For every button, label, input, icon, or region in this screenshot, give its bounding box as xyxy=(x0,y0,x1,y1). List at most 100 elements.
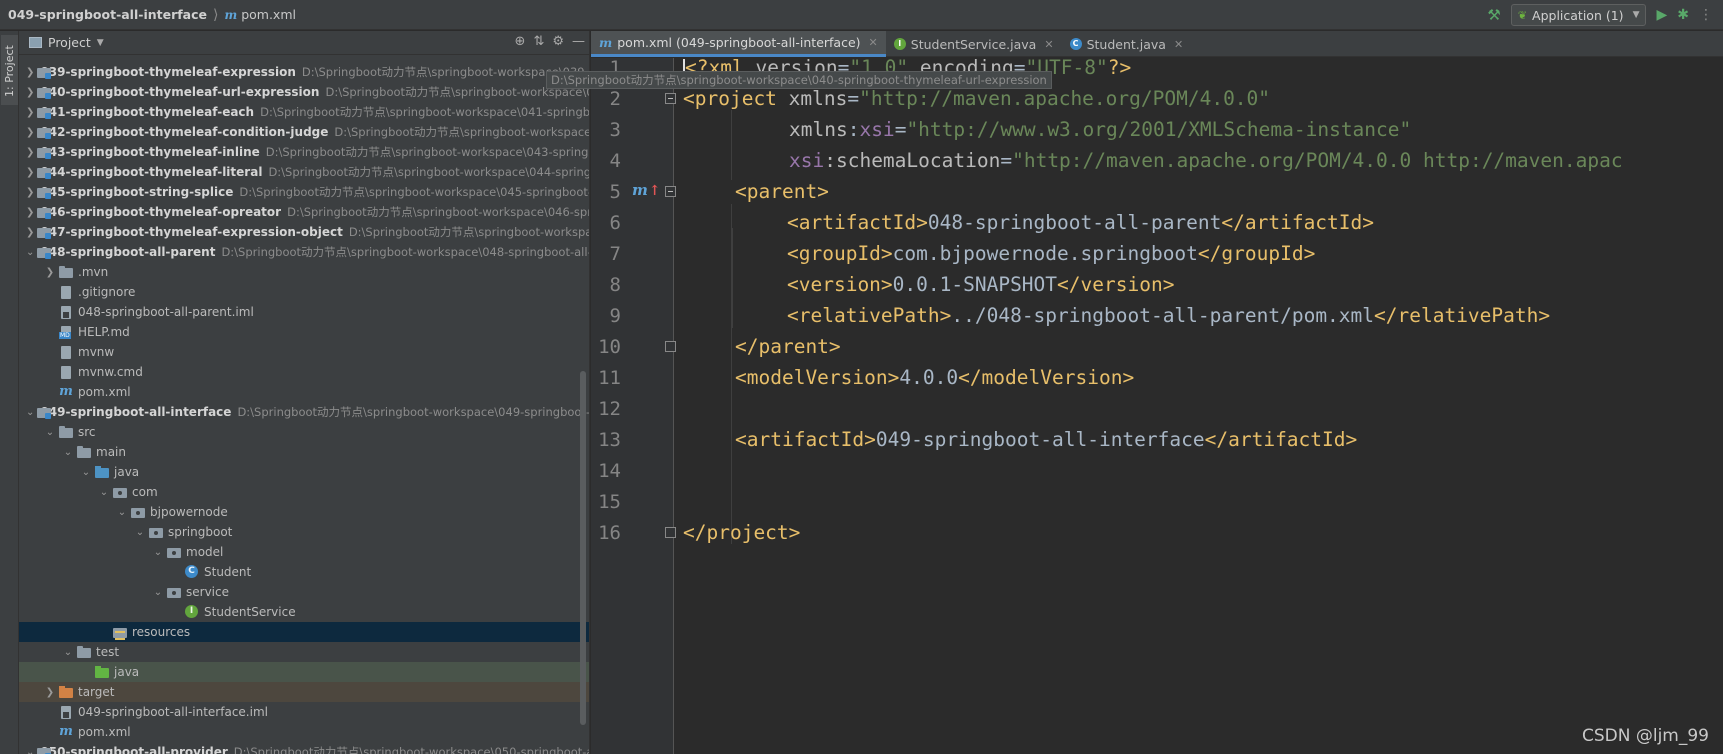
fold-end-marker[interactable] xyxy=(665,527,676,538)
more-icon[interactable]: ⋮ xyxy=(1699,7,1713,23)
tree-item-module[interactable]: ⌄ 050-springboot-all-provider D:\Springboo… xyxy=(19,742,589,754)
tree-item-file[interactable]: m pom.xml xyxy=(19,382,589,402)
tree-item-module[interactable]: ❯ 046-springboot-thymeleaf-opreator D:\Spr… xyxy=(19,202,589,222)
tree-item-module[interactable]: ❯ 044-springboot-thymeleaf-literal D:\Spri… xyxy=(19,162,589,182)
xml-attr-value: "http://maven.apache.org/POM/4.0.0 http:… xyxy=(1012,149,1623,172)
chevron-right-icon[interactable]: ❯ xyxy=(26,87,34,98)
fold-end-marker[interactable] xyxy=(665,341,676,352)
close-icon[interactable]: ✕ xyxy=(1174,38,1183,51)
chevron-right-icon[interactable]: ❯ xyxy=(44,267,56,278)
chevron-right-icon[interactable]: ❯ xyxy=(44,687,56,698)
fold-marker[interactable] xyxy=(665,93,676,104)
chevron-down-icon[interactable]: ⌄ xyxy=(26,247,34,258)
locate-crosshair-icon[interactable]: ⊕ xyxy=(515,34,526,49)
tree-item-package[interactable]: ⌄ model xyxy=(19,542,589,562)
breadcrumb-project[interactable]: 049-springboot-all-interface xyxy=(0,7,207,22)
chevron-right-icon[interactable]: ❯ xyxy=(26,167,34,178)
collapse-all-icon[interactable]: ⇅ xyxy=(533,34,544,49)
run-play-icon[interactable]: ▶ xyxy=(1656,7,1667,23)
arrow-up-icon: ↑ xyxy=(648,183,661,199)
chevron-right-icon[interactable]: ❯ xyxy=(26,147,34,158)
tree-item-folder[interactable]: ⌄ test xyxy=(19,642,589,662)
debug-bug-icon[interactable]: ✱ xyxy=(1677,7,1689,23)
tree-item-label: mvnw xyxy=(78,345,115,359)
chevron-right-icon[interactable]: ❯ xyxy=(26,107,34,118)
project-view-title[interactable]: Project xyxy=(48,35,91,50)
tree-item-package[interactable]: ⌄ service xyxy=(19,582,589,602)
tree-item-package[interactable]: ⌄ springboot xyxy=(19,522,589,542)
tree-item-class[interactable]: Student xyxy=(19,562,589,582)
tree-item-module[interactable]: ❯ 042-springboot-thymeleaf-condition-judg… xyxy=(19,122,589,142)
line-number: 8 xyxy=(609,274,621,296)
xml-text: 0.0.1-SNAPSHOT xyxy=(892,273,1058,296)
chevron-down-icon[interactable]: ▼ xyxy=(97,38,104,48)
code-line-7: <groupId>com.bjpowernode.springboot</gro… xyxy=(787,237,1315,271)
chevron-down-icon[interactable]: ⌄ xyxy=(62,447,74,458)
tab-student-service[interactable]: I StudentService.java ✕ xyxy=(886,31,1062,57)
chevron-down-icon[interactable]: ⌄ xyxy=(134,527,146,538)
tree-item-file[interactable]: 049-springboot-all-interface.iml xyxy=(19,702,589,722)
chevron-down-icon[interactable]: ⌄ xyxy=(98,487,110,498)
close-icon[interactable]: ✕ xyxy=(869,36,878,49)
tree-item-path: D:\Springboot动力节点\springboot-workspace\0… xyxy=(268,165,589,179)
tree-item-module[interactable]: ❯ 045-springboot-string-splice D:\Springbo… xyxy=(19,182,589,202)
chevron-down-icon[interactable]: ⌄ xyxy=(152,587,164,598)
tab-pom-xml[interactable]: m pom.xml (049-springboot-all-interface)… xyxy=(591,31,886,57)
project-panel-header: Project ▼ ⊕ ⇅ ⚙ — xyxy=(19,31,589,55)
tree-item-file[interactable]: mvnw xyxy=(19,342,589,362)
chevron-right-icon[interactable]: ❯ xyxy=(26,67,34,78)
gear-icon[interactable]: ⚙ xyxy=(552,34,564,49)
tree-item-label: 049-springboot-all-interface xyxy=(40,405,232,419)
project-scrollbar[interactable] xyxy=(580,371,586,725)
xml-attr-name: xmlns xyxy=(789,118,848,141)
tree-item-test-sources[interactable]: java xyxy=(19,662,589,682)
chevron-down-icon: ▼ xyxy=(1632,10,1640,20)
tree-item-path: D:\Springboot动力节点\springboot-workspace\0… xyxy=(237,405,590,419)
tree-item-module[interactable]: ❯ 041-springboot-thymeleaf-each D:\Springb… xyxy=(19,102,589,122)
chevron-right-icon[interactable]: ❯ xyxy=(26,207,34,218)
tree-item-folder[interactable]: ⌄ main xyxy=(19,442,589,462)
chevron-down-icon[interactable]: ⌄ xyxy=(80,467,92,478)
tree-item-target[interactable]: ❯ target xyxy=(19,682,589,702)
code-editor[interactable]: 1 2 3 4 5 6 7 8 9 10 11 12 13 14 15 16 m… xyxy=(591,58,1723,754)
project-tool-tab[interactable]: 1: Project xyxy=(1,35,18,105)
tree-item-resources[interactable]: resources xyxy=(19,622,589,642)
tree-item-file[interactable]: mvnw.cmd xyxy=(19,362,589,382)
line-number: 14 xyxy=(598,460,621,482)
chevron-down-icon[interactable]: ⌄ xyxy=(62,647,74,658)
chevron-right-icon[interactable]: ❯ xyxy=(26,127,34,138)
tree-item-module[interactable]: ❯ 039-springboot-thymeleaf-expression D:\S… xyxy=(19,62,589,82)
tree-item-package[interactable]: ⌄ bjpowernode xyxy=(19,502,589,522)
tree-item-label: service xyxy=(186,585,229,599)
chevron-down-icon[interactable]: ⌄ xyxy=(152,547,164,558)
chevron-right-icon[interactable]: ❯ xyxy=(26,227,34,238)
close-icon[interactable]: ✕ xyxy=(1044,38,1053,51)
tree-item-interface[interactable]: StudentService xyxy=(19,602,589,622)
tree-item-module[interactable]: ⌄ 049-springboot-all-interface D:\Springbo… xyxy=(19,402,590,422)
tree-item-module[interactable]: ❯ 043-springboot-thymeleaf-inline D:\Sprin… xyxy=(19,142,589,162)
tree-item-package[interactable]: ⌄ com xyxy=(19,482,589,502)
tree-item-file[interactable]: HELP.md xyxy=(19,322,589,342)
fold-marker[interactable] xyxy=(665,186,676,197)
chevron-down-icon[interactable]: ⌄ xyxy=(44,427,56,438)
run-configuration-dropdown[interactable]: ❦ Application (1) ▼ xyxy=(1510,4,1647,26)
build-hammer-icon[interactable]: ⚒ xyxy=(1487,6,1500,24)
tree-item-file[interactable]: m pom.xml xyxy=(19,722,589,742)
tree-item-folder[interactable]: ⌄ src xyxy=(19,422,589,442)
tree-item-path: D:\Springboot动力节点\springboot-workspace\0… xyxy=(233,745,589,754)
chevron-down-icon[interactable]: ⌄ xyxy=(26,747,34,754)
tree-item-file[interactable]: 048-springboot-all-parent.iml xyxy=(19,302,589,322)
chevron-down-icon[interactable]: ⌄ xyxy=(26,407,34,418)
tree-item-module[interactable]: ⌄ 048-springboot-all-parent D:\Springboot动… xyxy=(19,242,589,262)
tree-item-folder[interactable]: ⌄ java xyxy=(19,462,589,482)
tree-item-module[interactable]: ❯ 047-springboot-thymeleaf-expression-obj… xyxy=(19,222,589,242)
chevron-right-icon[interactable]: ❯ xyxy=(26,187,34,198)
tab-student[interactable]: C Student.java ✕ xyxy=(1062,31,1192,57)
hide-minus-icon[interactable]: — xyxy=(572,34,585,49)
breadcrumb-file[interactable]: pom.xml xyxy=(241,7,296,22)
tree-item-folder[interactable]: ❯ .mvn xyxy=(19,262,589,282)
tree-item-file[interactable]: .gitignore xyxy=(19,282,589,302)
chevron-down-icon[interactable]: ⌄ xyxy=(116,507,128,518)
tree-item-module[interactable]: ❯ 040-springboot-thymeleaf-url-expression… xyxy=(19,82,589,102)
maven-parent-gutter-icon[interactable]: m↑ xyxy=(632,181,661,199)
